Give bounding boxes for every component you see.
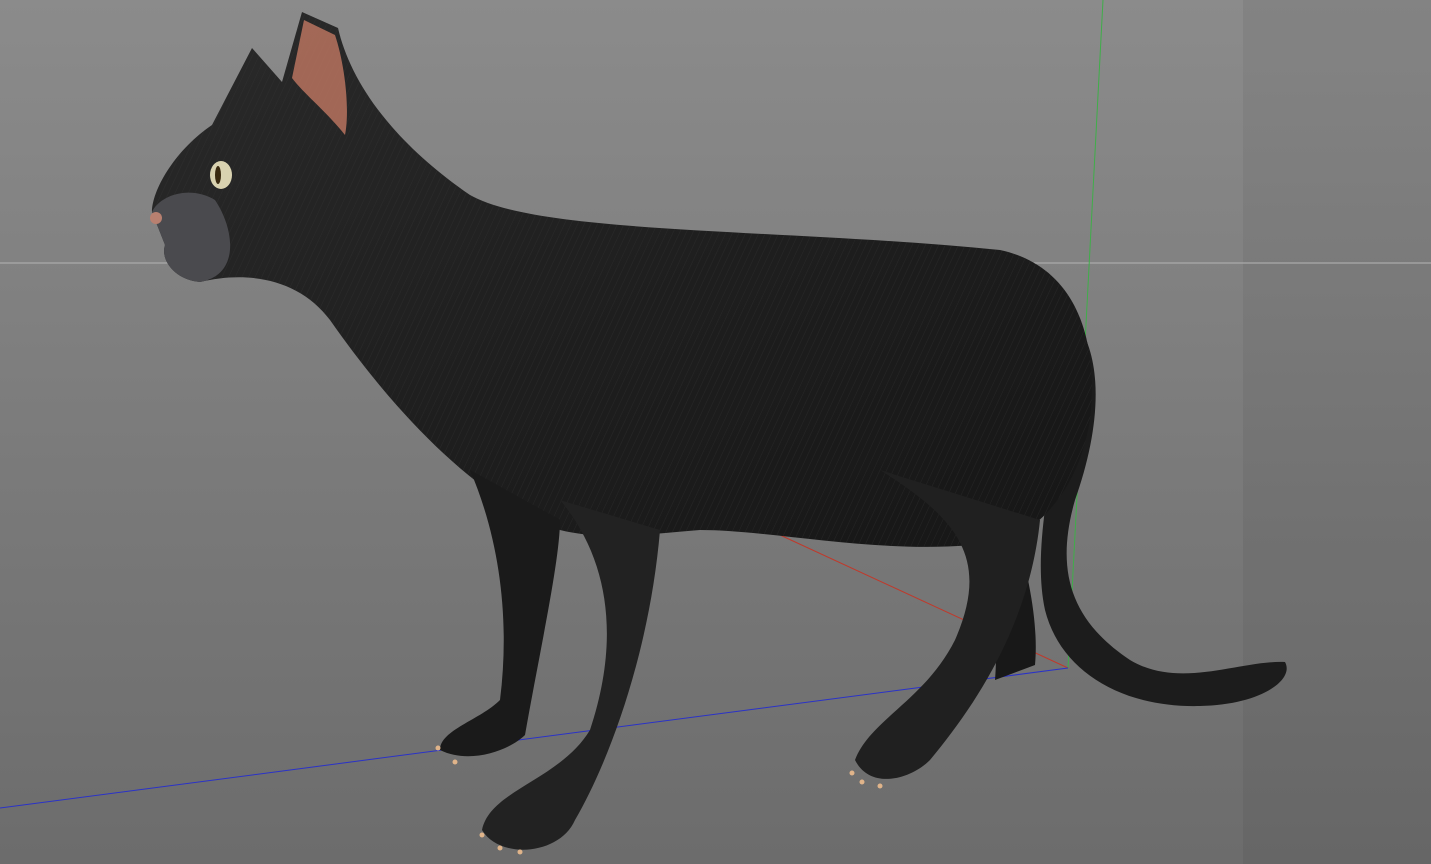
cat-pupil xyxy=(215,166,221,184)
3d-viewport[interactable] xyxy=(0,0,1431,864)
side-panel-shade xyxy=(1243,0,1431,864)
cat-nose xyxy=(150,212,162,224)
